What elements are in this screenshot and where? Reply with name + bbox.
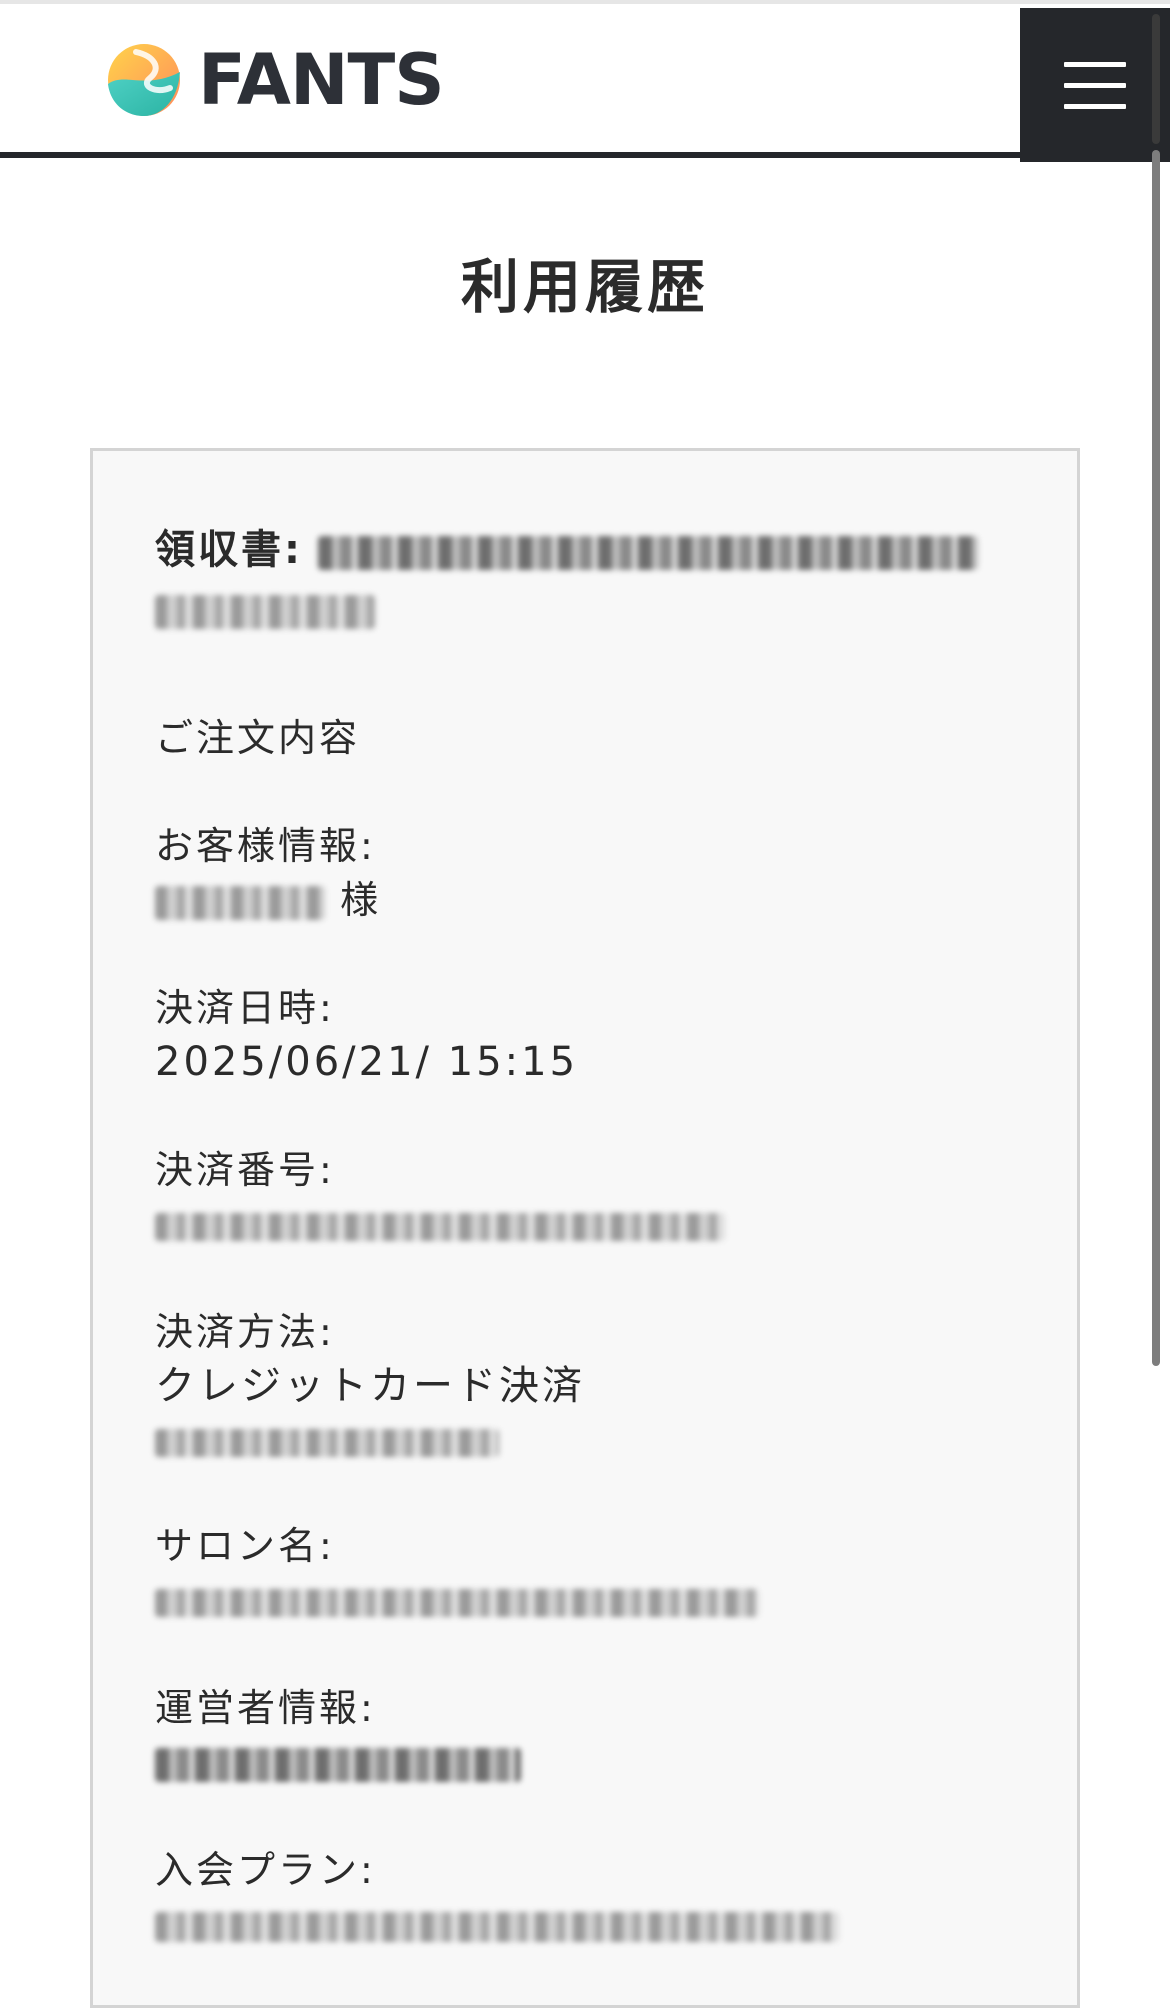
payment-datetime-field: 決済日時: 2025/06/21/ 15:15	[155, 981, 578, 1089]
operator-info-field: 運営者情報:	[155, 1681, 521, 1789]
redacted-card-info	[155, 1428, 499, 1457]
membership-plan-label: 入会プラン:	[155, 1848, 376, 1892]
payment-method-value: クレジットカード決済	[155, 1363, 585, 1409]
operator-info-label: 運営者情報:	[155, 1686, 376, 1730]
redacted-salon-name	[155, 1588, 759, 1617]
redacted-customer-name	[155, 885, 325, 920]
payment-number-label: 決済番号:	[155, 1148, 335, 1192]
scrollbar-track-top	[1152, 14, 1160, 144]
redacted-membership-plan	[155, 1911, 839, 1942]
payment-method-field: 決済方法: クレジットカード決済	[155, 1305, 585, 1467]
payment-datetime-label: 決済日時:	[155, 986, 335, 1030]
order-details-heading: ご注文内容	[155, 716, 361, 760]
hamburger-menu-button[interactable]	[1020, 8, 1170, 162]
membership-plan-field: 入会プラン:	[155, 1843, 839, 1951]
payment-number-field: 決済番号:	[155, 1143, 725, 1251]
hamburger-menu-icon	[1064, 61, 1126, 67]
customer-suffix: 様	[340, 878, 382, 922]
fants-logo[interactable]: FANTS	[106, 39, 445, 121]
receipt-card: 領収書: ご注文内容 お客様情報: 様 決済日時: 2025/06/21/ 15…	[90, 448, 1080, 2008]
app-header: FANTS	[0, 0, 1170, 162]
salon-name-label: サロン名:	[155, 1524, 335, 1568]
logo-text: FANTS	[198, 39, 445, 121]
salon-name-field: サロン名:	[155, 1519, 759, 1627]
fants-logo-icon	[108, 44, 180, 116]
customer-info-field: お客様情報: 様	[155, 819, 381, 927]
redacted-payment-number	[155, 1212, 725, 1241]
payment-method-label: 決済方法:	[155, 1310, 335, 1354]
page-title: 利用履歴	[460, 253, 709, 321]
redacted-receipt-title-cont	[155, 594, 375, 629]
receipt-field: 領収書:	[155, 523, 1035, 631]
header-divider	[0, 152, 1170, 158]
payment-datetime-value: 2025/06/21/ 15:15	[155, 1039, 579, 1085]
redacted-operator-info	[155, 1747, 521, 1782]
receipt-label: 領収書:	[155, 527, 303, 573]
customer-info-label: お客様情報:	[155, 824, 376, 868]
scrollbar-thumb[interactable]	[1152, 150, 1160, 1366]
redacted-receipt-title	[318, 535, 979, 570]
